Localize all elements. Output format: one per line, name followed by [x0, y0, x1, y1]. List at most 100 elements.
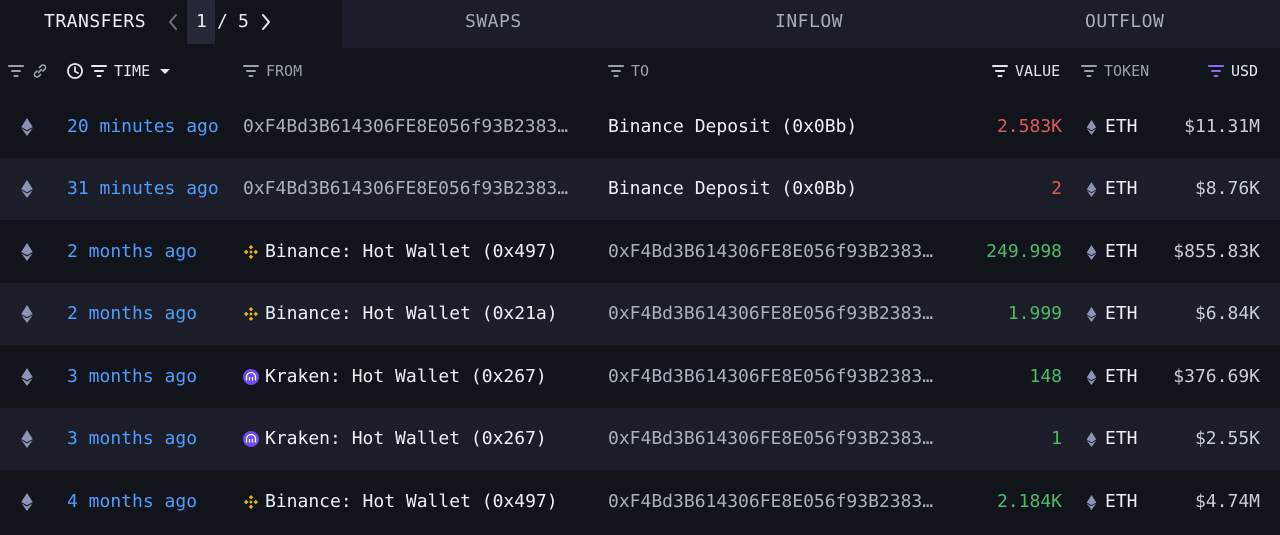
chevron-right-icon[interactable] — [256, 10, 276, 34]
tab-inflow[interactable]: INFLOW — [775, 0, 843, 44]
value-amount: 249.998 — [986, 241, 1062, 262]
from-entity[interactable]: Kraken: Hot Wallet (0x267) — [243, 408, 598, 470]
token-column-header[interactable]: TOKEN — [1080, 48, 1149, 94]
table-row[interactable]: 31 minutes ago 0xF4Bd3B614306FE8E056f93B… — [0, 158, 1280, 220]
usd-amount: $2.55K — [1194, 428, 1260, 449]
token-symbol: ETH — [1105, 303, 1138, 324]
from-column-header[interactable]: FROM — [242, 48, 302, 94]
token-symbol: ETH — [1105, 491, 1138, 512]
token-cell[interactable]: ETH — [1086, 408, 1138, 470]
pager-current: 1 — [196, 11, 207, 32]
binance-icon — [244, 307, 258, 321]
chain-column-header[interactable] — [7, 48, 49, 94]
value-amount: 1.999 — [1007, 303, 1062, 324]
token-cell[interactable]: ETH — [1086, 158, 1138, 220]
from-entity-label: Kraken: Hot Wallet (0x267) — [265, 366, 547, 387]
time-link[interactable]: 2 months ago — [67, 221, 197, 283]
value-amount: 1 — [1051, 428, 1062, 449]
eth-icon — [20, 408, 38, 470]
token-symbol: ETH — [1105, 428, 1138, 449]
time-link[interactable]: 4 months ago — [67, 471, 197, 533]
to-entity[interactable]: Binance Deposit (0x0Bb) — [608, 158, 968, 220]
binance-icon — [244, 495, 258, 509]
token-cell[interactable]: ETH — [1086, 471, 1138, 533]
time-link[interactable]: 3 months ago — [67, 408, 197, 470]
to-address[interactable]: 0xF4Bd3B614306FE8E056f93B2383… — [608, 221, 952, 283]
table-row[interactable]: 4 months ago Binance: Hot Wallet (0x497)… — [0, 471, 1280, 533]
filter-icon[interactable] — [7, 62, 25, 80]
table-header: TIME FROM TO VALUE TOKEN USD — [0, 48, 1280, 96]
from-entity[interactable]: Binance: Hot Wallet (0x497) — [243, 221, 598, 283]
tab-bar: TRANSFERS 1 / 5 SWAPS INFLOW OUTFLOW — [0, 0, 1280, 48]
usd-amount: $8.76K — [1194, 178, 1260, 199]
token-cell[interactable]: ETH — [1086, 346, 1138, 408]
to-address[interactable]: 0xF4Bd3B614306FE8E056f93B2383… — [608, 283, 952, 345]
to-entity-label: Binance Deposit (0x0Bb) — [608, 116, 858, 137]
token-cell[interactable]: ETH — [1086, 96, 1138, 158]
from-entity-label: Binance: Hot Wallet (0x497) — [265, 241, 558, 262]
to-column-header[interactable]: TO — [607, 48, 649, 94]
table-row[interactable]: 3 months ago Kraken: Hot Wallet (0x267) … — [0, 346, 1280, 408]
tab-swaps[interactable]: SWAPS — [465, 0, 522, 44]
kraken-icon — [243, 369, 259, 385]
clock-icon — [67, 63, 83, 79]
from-entity[interactable]: Binance: Hot Wallet (0x21a) — [243, 283, 598, 345]
value-amount: 148 — [1029, 366, 1062, 387]
eth-icon — [20, 158, 38, 220]
usd-amount: $4.74M — [1194, 491, 1260, 512]
to-entity[interactable]: Binance Deposit (0x0Bb) — [608, 96, 968, 158]
eth-icon — [1086, 494, 1097, 510]
usd-amount: $855.83K — [1173, 241, 1260, 262]
value-header-label: VALUE — [1015, 62, 1061, 80]
filter-icon[interactable] — [242, 62, 260, 80]
token-cell[interactable]: ETH — [1086, 283, 1138, 345]
token-symbol: ETH — [1105, 178, 1138, 199]
eth-icon — [1086, 181, 1097, 197]
time-link[interactable]: 3 months ago — [67, 346, 197, 408]
to-header-label: TO — [631, 62, 650, 80]
table-row[interactable]: 2 months ago Binance: Hot Wallet (0x497)… — [0, 221, 1280, 283]
table-row[interactable]: 20 minutes ago 0xF4Bd3B614306FE8E056f93B… — [0, 96, 1280, 158]
tab-transfers-label[interactable]: TRANSFERS — [44, 0, 146, 44]
from-entity-label: Kraken: Hot Wallet (0x267) — [265, 428, 547, 449]
time-link[interactable]: 20 minutes ago — [67, 96, 219, 158]
kraken-icon — [243, 431, 259, 447]
table-row[interactable]: 2 months ago Binance: Hot Wallet (0x21a)… — [0, 283, 1280, 345]
value-amount: 2.583K — [996, 116, 1062, 137]
from-entity[interactable]: Binance: Hot Wallet (0x497) — [243, 471, 598, 533]
time-column-header[interactable]: TIME — [66, 48, 174, 94]
to-address[interactable]: 0xF4Bd3B614306FE8E056f93B2383… — [608, 471, 952, 533]
tab-outflow[interactable]: OUTFLOW — [1085, 0, 1164, 44]
value-column-header[interactable]: VALUE — [991, 48, 1060, 94]
from-address[interactable]: 0xF4Bd3B614306FE8E056f93B2383… — [243, 158, 587, 220]
token-symbol: ETH — [1105, 241, 1138, 262]
value-amount: 2 — [1051, 178, 1062, 199]
token-cell[interactable]: ETH — [1086, 221, 1138, 283]
sort-desc-icon[interactable] — [156, 62, 174, 80]
filter-icon[interactable] — [1080, 62, 1098, 80]
to-address[interactable]: 0xF4Bd3B614306FE8E056f93B2383… — [608, 346, 952, 408]
link-icon[interactable] — [31, 62, 49, 80]
filter-active-icon[interactable] — [1207, 62, 1225, 80]
chevron-left-icon[interactable] — [163, 10, 183, 34]
tab-transfers[interactable]: TRANSFERS 1 / 5 — [0, 0, 342, 48]
usd-amount: $376.69K — [1173, 366, 1260, 387]
time-link[interactable]: 31 minutes ago — [67, 158, 219, 220]
filter-icon[interactable] — [991, 62, 1009, 80]
filter-icon[interactable] — [607, 62, 625, 80]
to-address[interactable]: 0xF4Bd3B614306FE8E056f93B2383… — [608, 408, 952, 470]
from-address[interactable]: 0xF4Bd3B614306FE8E056f93B2383… — [243, 96, 587, 158]
usd-amount: $6.84K — [1194, 303, 1260, 324]
time-link[interactable]: 2 months ago — [67, 283, 197, 345]
from-entity-label: Binance: Hot Wallet (0x497) — [265, 491, 558, 512]
usd-amount: $11.31M — [1184, 116, 1260, 137]
filter-icon[interactable] — [90, 62, 108, 80]
from-entity[interactable]: Kraken: Hot Wallet (0x267) — [243, 346, 598, 408]
usd-column-header[interactable]: USD — [1207, 48, 1258, 94]
to-entity-label: Binance Deposit (0x0Bb) — [608, 178, 858, 199]
eth-icon — [20, 346, 38, 408]
table-row[interactable]: 3 months ago Kraken: Hot Wallet (0x267) … — [0, 408, 1280, 470]
eth-icon — [20, 221, 38, 283]
time-header-label: TIME — [114, 62, 151, 80]
token-symbol: ETH — [1105, 366, 1138, 387]
